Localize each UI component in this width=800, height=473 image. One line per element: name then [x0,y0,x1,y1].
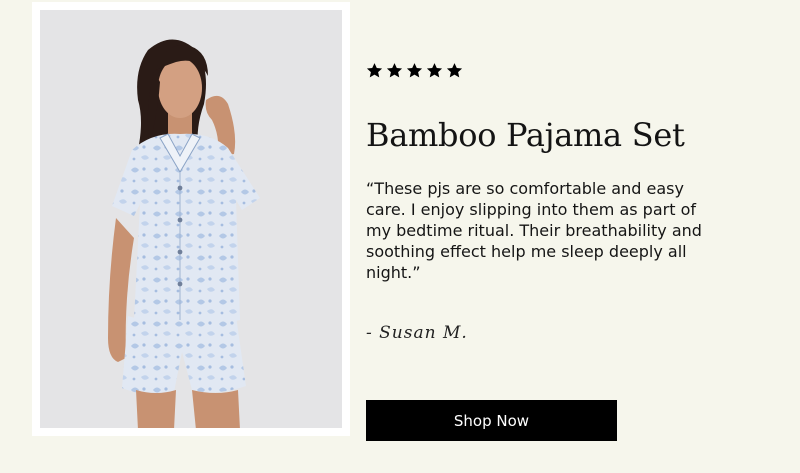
review-author: - Susan M. [366,323,468,343]
model-in-pajamas-illustration [108,39,260,428]
star-icon [386,62,403,77]
product-title: Bamboo Pajama Set [366,116,685,154]
star-icon [446,62,463,77]
review-quote: “These pjs are so comfortable and easy c… [366,179,702,282]
product-photo-frame [32,2,350,436]
star-icon [406,62,423,77]
shop-now-button[interactable]: Shop Now [366,400,617,441]
star-rating [366,60,766,80]
star-icon [366,62,383,77]
review-content: Bamboo Pajama Set “These pjs are so comf… [366,60,766,347]
product-photo [40,10,342,428]
star-icon [426,62,443,77]
